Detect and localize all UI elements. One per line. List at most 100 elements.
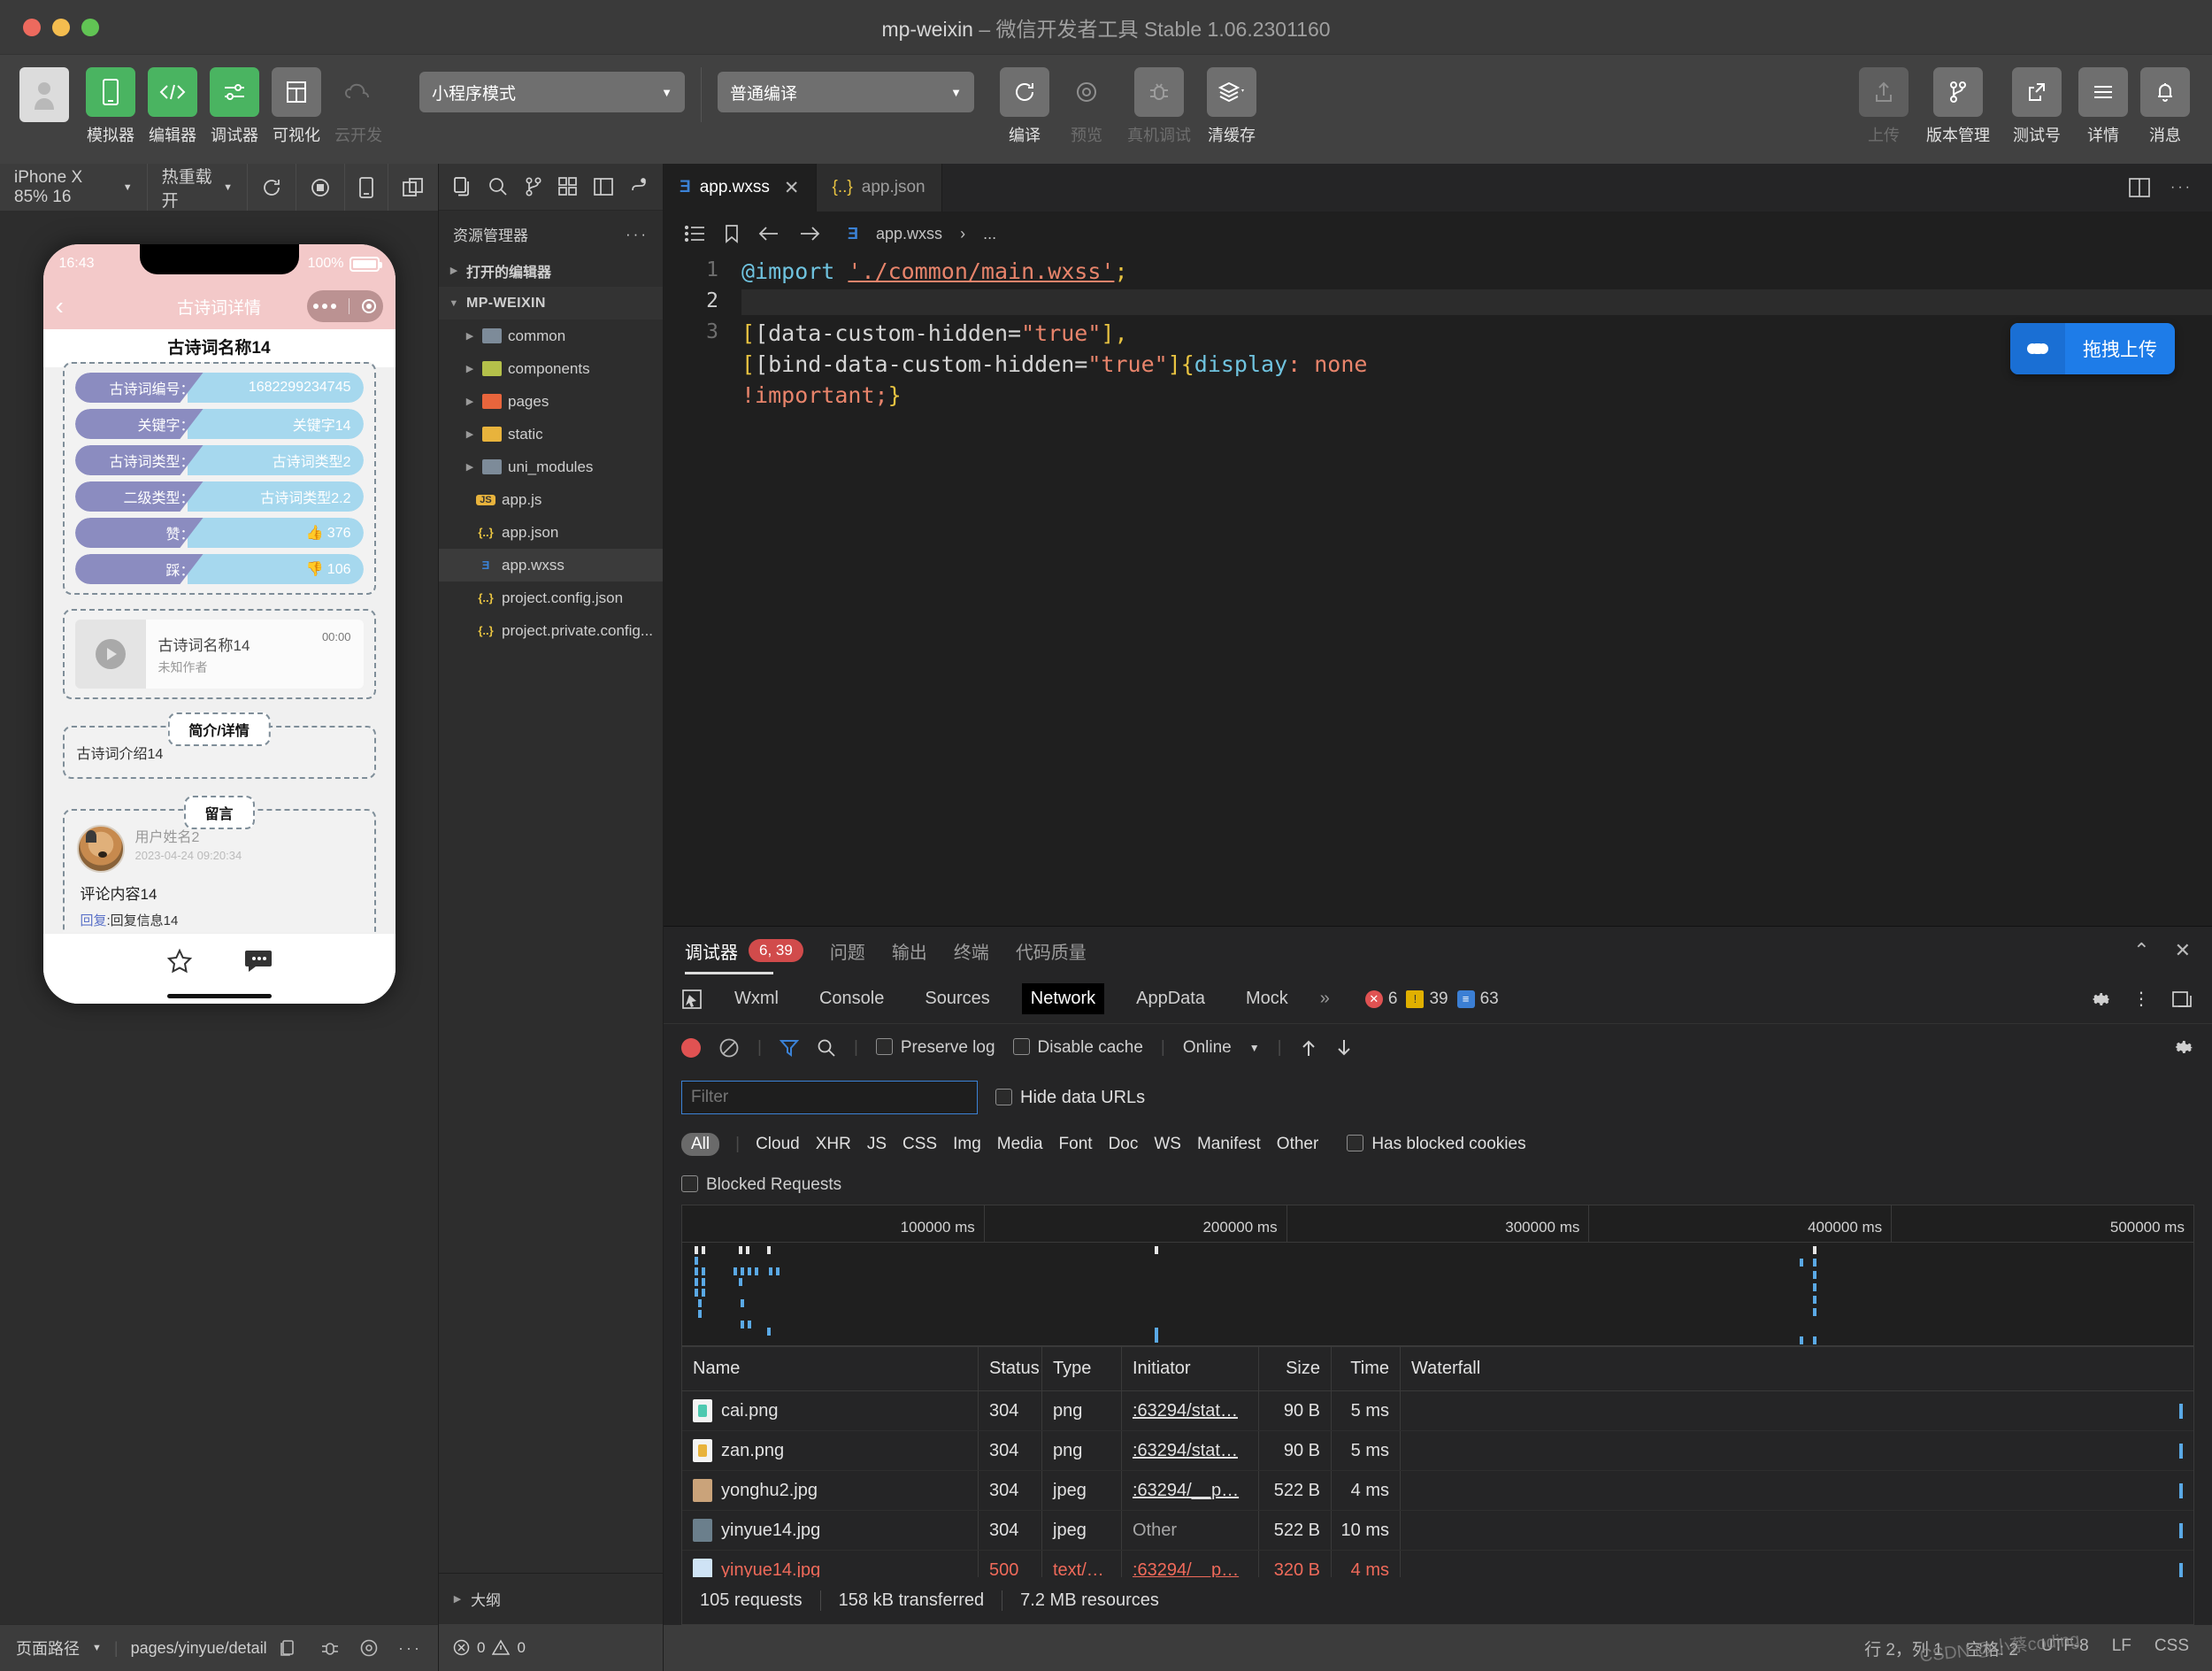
table-row[interactable]: zan.png 304 png :63294/stat… 90 B 5 ms [682, 1431, 2193, 1471]
toolbar-item-visual[interactable]: 可视化 [269, 67, 324, 146]
dock-icon[interactable] [2171, 989, 2194, 1010]
breadcrumb-file[interactable]: app.wxss [876, 225, 942, 243]
back-icon[interactable] [757, 225, 780, 243]
toolbar-item-version[interactable]: 版本管理 [1918, 67, 1998, 146]
breadcrumb-more[interactable]: ... [983, 225, 996, 243]
maximize-window-button[interactable] [81, 18, 99, 36]
bookmark-icon[interactable] [724, 224, 740, 243]
split-editor-icon[interactable] [2128, 177, 2151, 198]
type-filter-font[interactable]: Font [1059, 1135, 1093, 1154]
column-header-name[interactable]: Name [682, 1347, 979, 1390]
drag-upload-button[interactable]: 拖拽上传 [2010, 323, 2175, 374]
tab-app-json[interactable]: {..} app.json [816, 164, 942, 212]
disable-cache-checkbox[interactable]: Disable cache [1012, 1038, 1143, 1058]
toolbar-item-testaccount[interactable]: 测试号 [2005, 67, 2069, 146]
tree-item-uni-modules[interactable]: ▶ uni_modules [439, 450, 663, 483]
type-filter-doc[interactable]: Doc [1109, 1135, 1139, 1154]
toolbar-item-clearcache[interactable]: 清缓存 [1204, 67, 1259, 146]
table-row[interactable]: cai.png 304 png :63294/stat… 90 B 5 ms [682, 1391, 2193, 1431]
network-settings-icon[interactable] [2173, 1037, 2194, 1059]
column-header-initiator[interactable]: Initiator [1122, 1347, 1259, 1390]
devtools-tab-network[interactable]: Network [1021, 983, 1105, 1014]
toolbar-item-compile[interactable]: 编译 [997, 67, 1052, 146]
toolbar-item-simulator[interactable]: 模拟器 [83, 67, 138, 146]
table-row[interactable]: yinyue14.jpg 500 text/… :63294/__p… 320 … [682, 1551, 2193, 1577]
devtools-tab-console[interactable]: Console [810, 983, 893, 1014]
search-icon[interactable] [817, 1038, 836, 1058]
type-filter-xhr[interactable]: XHR [816, 1135, 851, 1154]
device-select[interactable]: iPhone X 85% 16 ▼ [0, 164, 148, 211]
column-header-size[interactable]: Size [1259, 1347, 1332, 1390]
chevron-down-icon[interactable]: ▼ [1249, 1042, 1260, 1054]
devtools-overflow-icon[interactable]: » [1320, 989, 1330, 1009]
has-blocked-cookies-checkbox[interactable]: Has blocked cookies [1347, 1135, 1526, 1154]
tree-item-components[interactable]: ▶ components [439, 352, 663, 385]
type-filter-css[interactable]: CSS [902, 1135, 937, 1154]
hotreload-select[interactable]: 热重载 开 ▼ [148, 164, 248, 211]
tab-app-wxss[interactable]: Ǝ app.wxss ✕ [664, 164, 817, 212]
toolbar-item-cloud[interactable]: 云开发 [331, 67, 386, 146]
column-header-waterfall[interactable]: Waterfall [1401, 1347, 2193, 1390]
split-icon[interactable] [590, 173, 617, 200]
simulator-multi-button[interactable] [388, 164, 438, 211]
blocked-requests-checkbox[interactable]: Blocked Requests [681, 1175, 841, 1195]
bug-icon[interactable] [320, 1638, 340, 1658]
devtools-tab-sources[interactable]: Sources [916, 983, 998, 1014]
type-filter-cloud[interactable]: Cloud [756, 1135, 800, 1154]
clear-icon[interactable] [718, 1037, 740, 1059]
tree-root[interactable]: ▼ MP-WEIXIN [439, 287, 663, 320]
more-icon[interactable]: ··· [626, 226, 649, 243]
python-icon[interactable] [626, 173, 652, 200]
error-count-badge[interactable]: ✕ 6 [1364, 990, 1397, 1009]
mode-select[interactable]: 小程序模式 ▼ [419, 72, 685, 112]
music-player[interactable]: 古诗词名称14 未知作者 00:00 [74, 620, 364, 689]
waterfall-overview[interactable]: 100000 ms 200000 ms 300000 ms 400000 ms … [681, 1205, 2194, 1346]
table-row[interactable]: yonghu2.jpg 304 jpeg :63294/__p… 522 B 4… [682, 1471, 2193, 1511]
toolbar-item-upload[interactable]: 上传 [1856, 67, 1911, 146]
panel-tab-debugger[interactable]: 调试器 6, 39 [685, 927, 803, 974]
gear-icon[interactable] [2090, 989, 2111, 1010]
extensions-icon[interactable] [555, 173, 581, 200]
type-filter-js[interactable]: JS [867, 1135, 887, 1154]
toolbar-item-editor[interactable]: 编辑器 [145, 67, 200, 146]
minimize-window-button[interactable] [52, 18, 70, 36]
column-header-type[interactable]: Type [1042, 1347, 1122, 1390]
simulator-refresh-button[interactable] [248, 164, 296, 211]
copy-icon[interactable] [280, 1639, 296, 1657]
simulator-device-button[interactable] [345, 164, 388, 211]
close-icon[interactable]: ✕ [2175, 939, 2191, 962]
type-filter-img[interactable]: Img [953, 1135, 981, 1154]
close-window-button[interactable] [23, 18, 41, 36]
tree-item-project-config[interactable]: {..} project.config.json [439, 581, 663, 614]
table-row[interactable]: yinyue14.jpg 304 jpeg Other 522 B 10 ms [682, 1511, 2193, 1551]
tree-item-common[interactable]: ▶ common [439, 320, 663, 352]
favorite-icon[interactable] [166, 948, 193, 974]
simulator-stop-button[interactable] [296, 164, 345, 211]
row-initiator[interactable]: :63294/stat… [1122, 1391, 1259, 1430]
forward-icon[interactable] [798, 225, 821, 243]
devtools-tab-appdata[interactable]: AppData [1127, 983, 1214, 1014]
preserve-log-checkbox[interactable]: Preserve log [875, 1038, 995, 1058]
type-filter-manifest[interactable]: Manifest [1197, 1135, 1261, 1154]
type-filter-ws[interactable]: WS [1154, 1135, 1181, 1154]
more-icon[interactable]: ··· [398, 1639, 422, 1658]
avatar[interactable] [19, 67, 69, 122]
toolbar-item-details[interactable]: 详情 [2076, 67, 2131, 146]
tree-open-editors[interactable]: ▶ 打开的编辑器 [439, 254, 663, 287]
tree-item-pages[interactable]: ▶ pages [439, 385, 663, 418]
eye-icon[interactable] [359, 1638, 379, 1658]
column-header-time[interactable]: Time [1332, 1347, 1401, 1390]
panel-tab-terminal[interactable]: 终端 [954, 927, 989, 974]
devtools-tab-mock[interactable]: Mock [1237, 983, 1297, 1014]
toolbar-item-preview[interactable]: 预览 [1059, 67, 1114, 146]
column-header-status[interactable]: Status [979, 1347, 1042, 1390]
panel-tab-problems[interactable]: 问题 [830, 927, 865, 974]
type-filter-other[interactable]: Other [1277, 1135, 1319, 1154]
eol-mode[interactable]: LF [2112, 1636, 2131, 1660]
toolbar-item-messages[interactable]: 消息 [2138, 67, 2193, 146]
import-har-icon[interactable] [1300, 1038, 1317, 1058]
toolbar-item-debugger[interactable]: 调试器 [207, 67, 262, 146]
filter-input[interactable] [681, 1081, 978, 1114]
collapse-icon[interactable]: ⌃ [2133, 939, 2149, 962]
files-icon[interactable] [449, 173, 476, 200]
